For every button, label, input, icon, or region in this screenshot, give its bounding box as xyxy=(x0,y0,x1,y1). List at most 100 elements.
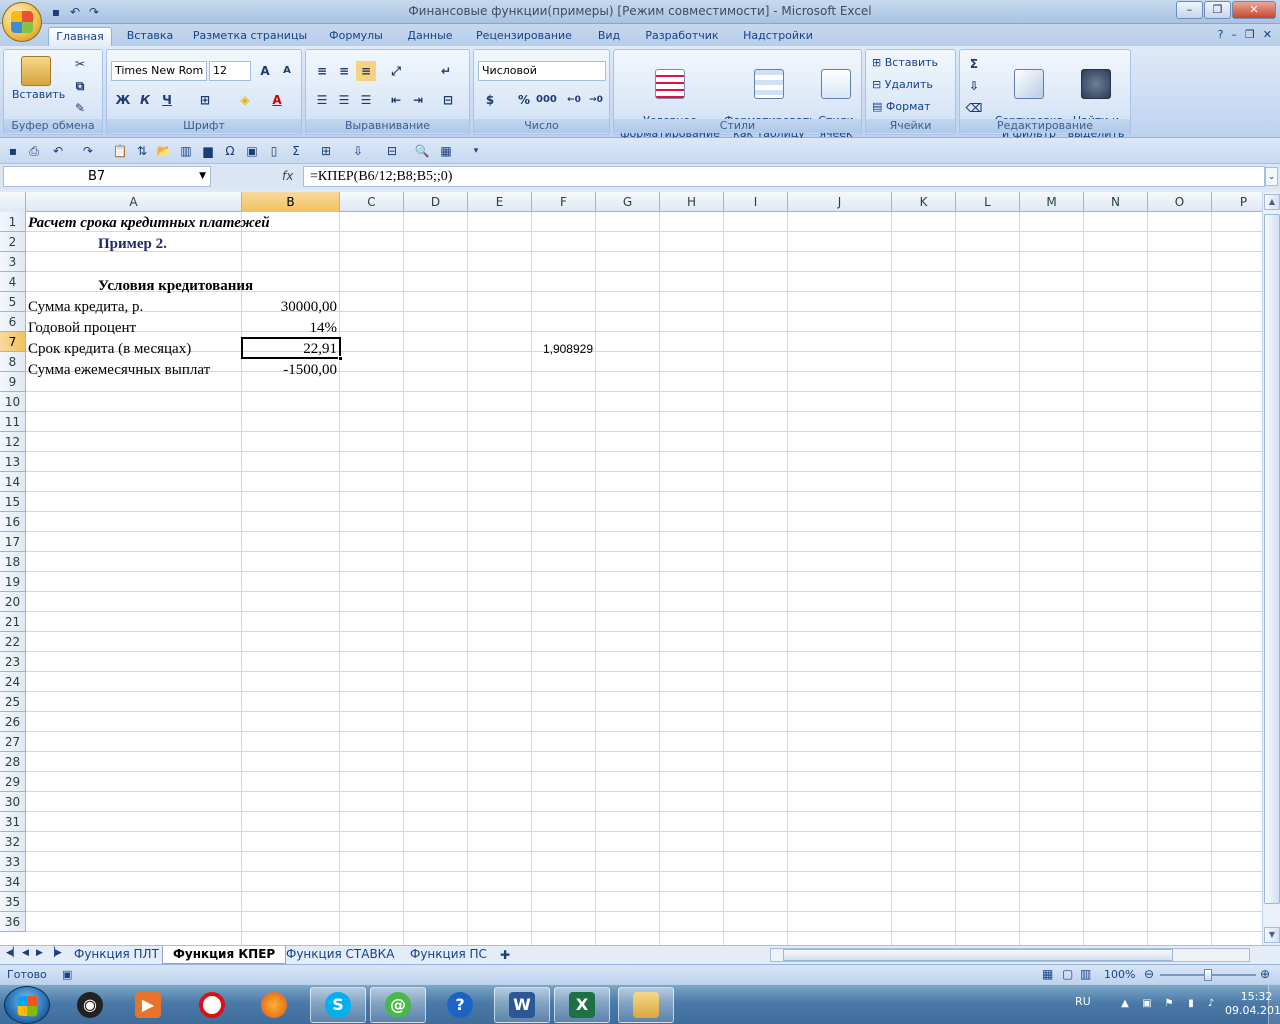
print-preview-icon[interactable]: ⎙ xyxy=(26,143,42,159)
fill-icon[interactable]: ⇩ xyxy=(964,76,984,96)
tab-home[interactable]: Главная xyxy=(48,27,112,46)
row-header-9[interactable]: 9 xyxy=(0,372,26,392)
tab-addins[interactable]: Надстройки xyxy=(736,27,820,46)
row-header-35[interactable]: 35 xyxy=(0,892,26,912)
row-header-6[interactable]: 6 xyxy=(0,312,26,332)
row-header-14[interactable]: 14 xyxy=(0,472,26,492)
help-icon[interactable]: ? xyxy=(1218,28,1224,41)
column-header-E[interactable]: E xyxy=(468,192,532,212)
network-icon[interactable]: ▣ xyxy=(1140,997,1154,1011)
row-header-12[interactable]: 12 xyxy=(0,432,26,452)
taskbar-firefox[interactable] xyxy=(246,987,302,1023)
vertical-scrollbar[interactable]: ▲ ▼ xyxy=(1262,192,1280,945)
insert-function-button[interactable]: fx xyxy=(282,169,293,183)
cell-A5[interactable]: Сумма кредита, р. xyxy=(28,297,143,317)
vertical-scroll-thumb[interactable] xyxy=(1264,214,1280,904)
increase-indent-icon[interactable]: ⇥ xyxy=(408,90,428,110)
table-icon[interactable]: ▦ xyxy=(438,143,454,159)
save-icon[interactable]: ▪ xyxy=(5,143,21,159)
align-right-icon[interactable]: ☰ xyxy=(356,90,376,110)
row-header-22[interactable]: 22 xyxy=(0,632,26,652)
percent-button[interactable]: % xyxy=(514,90,534,110)
row-header-27[interactable]: 27 xyxy=(0,732,26,752)
row-header-26[interactable]: 26 xyxy=(0,712,26,732)
horizontal-scrollbar[interactable] xyxy=(770,948,1250,962)
row-header-11[interactable]: 11 xyxy=(0,412,26,432)
row-header-28[interactable]: 28 xyxy=(0,752,26,772)
row-header-17[interactable]: 17 xyxy=(0,532,26,552)
taskbar-mail-agent[interactable]: @ xyxy=(370,987,426,1023)
page-break-view-icon[interactable]: ▥ xyxy=(1080,967,1091,981)
font-color-icon[interactable]: A xyxy=(267,90,287,110)
row-header-19[interactable]: 19 xyxy=(0,572,26,592)
fill-color-icon[interactable]: ◈ xyxy=(235,90,255,110)
next-sheet-icon[interactable]: ▶ xyxy=(36,948,43,958)
column-header-C[interactable]: C xyxy=(340,192,404,212)
customize-icon[interactable]: ▾ xyxy=(468,143,484,159)
symbol-icon[interactable]: Ω xyxy=(222,143,238,159)
row-header-16[interactable]: 16 xyxy=(0,512,26,532)
first-sheet-icon[interactable]: ◀▏ xyxy=(6,948,20,958)
scroll-up-icon[interactable]: ▲ xyxy=(1264,194,1280,210)
tab-developer[interactable]: Разработчик xyxy=(636,27,728,46)
autosum-icon[interactable]: Σ xyxy=(288,143,304,159)
row-header-21[interactable]: 21 xyxy=(0,612,26,632)
column-header-J[interactable]: J xyxy=(788,192,892,212)
align-top-icon[interactable]: ≡ xyxy=(312,61,332,81)
row-header-1[interactable]: 1 xyxy=(0,212,26,232)
column-header-A[interactable]: A xyxy=(26,192,242,212)
row-header-3[interactable]: 3 xyxy=(0,252,26,272)
taskbar-explorer[interactable] xyxy=(618,987,674,1023)
font-grow-icon[interactable]: A xyxy=(255,61,275,81)
column-header-P[interactable]: P xyxy=(1212,192,1262,212)
sheet-tab-kper[interactable]: Функция КПЕР xyxy=(162,946,287,964)
cell-F7[interactable]: 1,908929 xyxy=(532,339,596,359)
cell-B8[interactable]: -1500,00 xyxy=(242,360,340,380)
cell-A2[interactable]: Пример 2. xyxy=(98,234,167,254)
name-box-dropdown-icon[interactable]: ▼ xyxy=(199,167,206,186)
borders-icon[interactable]: ⊞ xyxy=(195,90,215,110)
restore-button[interactable]: ❐ xyxy=(1204,1,1231,19)
font-name-select[interactable]: Times New Rom xyxy=(111,61,207,81)
column-header-N[interactable]: N xyxy=(1084,192,1148,212)
column-header-L[interactable]: L xyxy=(956,192,1020,212)
column-header-G[interactable]: G xyxy=(596,192,660,212)
taskbar-skype[interactable]: S xyxy=(310,987,366,1023)
column-header-B[interactable]: B xyxy=(242,192,340,212)
underline-button[interactable]: Ч xyxy=(157,90,177,110)
start-button[interactable] xyxy=(4,986,50,1024)
font-shrink-icon[interactable]: A xyxy=(277,61,297,81)
decrease-indent-icon[interactable]: ⇤ xyxy=(386,90,406,110)
select-all-button[interactable] xyxy=(0,192,26,212)
orientation-icon[interactable]: ⤢ xyxy=(386,61,406,81)
borders-icon[interactable]: ⊞ xyxy=(318,143,334,159)
ribbon-close-icon[interactable]: ✕ xyxy=(1263,28,1272,41)
number-format-select[interactable]: Числовой xyxy=(478,61,606,81)
align-center-icon[interactable]: ☰ xyxy=(334,90,354,110)
paste-small-icon[interactable]: 📋 xyxy=(112,143,128,159)
horizontal-scroll-thumb[interactable] xyxy=(783,949,1173,961)
row-header-25[interactable]: 25 xyxy=(0,692,26,712)
row-header-5[interactable]: 5 xyxy=(0,292,26,312)
insert-cells-button[interactable]: ⊞ Вставить xyxy=(872,56,938,69)
column-header-M[interactable]: M xyxy=(1020,192,1084,212)
row-header-23[interactable]: 23 xyxy=(0,652,26,672)
row-header-31[interactable]: 31 xyxy=(0,812,26,832)
taskbar-excel[interactable]: X xyxy=(554,987,610,1023)
cell-A6[interactable]: Годовой процент xyxy=(28,318,136,338)
bold-button[interactable]: Ж xyxy=(113,90,133,110)
cell-B5[interactable]: 30000,00 xyxy=(242,297,340,317)
columns-icon[interactable]: ▥ xyxy=(178,143,194,159)
row-header-13[interactable]: 13 xyxy=(0,452,26,472)
fill-handle[interactable] xyxy=(338,356,343,361)
office-button[interactable] xyxy=(2,2,42,42)
volume-icon[interactable]: ♪ xyxy=(1204,997,1218,1011)
clear-icon[interactable]: ⌫ xyxy=(964,98,984,118)
row-header-15[interactable]: 15 xyxy=(0,492,26,512)
row-header-24[interactable]: 24 xyxy=(0,672,26,692)
sheet-tab-stavka[interactable]: Функция СТАВКА xyxy=(276,946,404,964)
row-header-36[interactable]: 36 xyxy=(0,912,26,932)
cell-A4[interactable]: Условия кредитования xyxy=(98,276,253,296)
row-header-10[interactable]: 10 xyxy=(0,392,26,412)
decrease-decimal-icon[interactable]: →0 xyxy=(586,90,606,110)
